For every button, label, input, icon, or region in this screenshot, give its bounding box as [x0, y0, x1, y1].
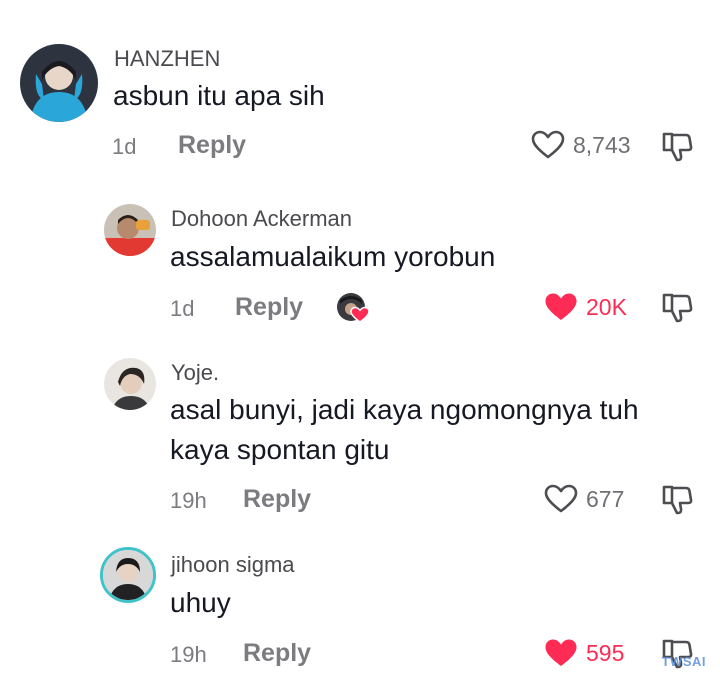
like-count: 677: [586, 485, 625, 512]
username[interactable]: HANZHEN: [114, 46, 220, 72]
like-button[interactable]: 595: [544, 638, 624, 668]
comment-text: asal bunyi, jadi kaya ngomongnya tuh: [170, 394, 639, 425]
heart-outline-icon: [531, 130, 565, 159]
comment-time: 1d: [112, 134, 137, 159]
avatar[interactable]: [20, 44, 98, 122]
reply-button[interactable]: Reply: [243, 639, 311, 668]
like-count: 20K: [586, 293, 627, 320]
like-count: 8,743: [573, 131, 631, 158]
avatar[interactable]: [104, 204, 156, 256]
comment-text: asbun itu apa sih: [113, 80, 325, 111]
thumbs-down-icon: [662, 293, 693, 323]
thumbs-down-icon: [662, 132, 693, 162]
comment-time: 1d: [170, 296, 195, 321]
avatar[interactable]: [100, 547, 156, 603]
creator-liked-badge: [336, 292, 372, 324]
avatar[interactable]: [104, 358, 156, 410]
like-count: 595: [586, 639, 625, 666]
comment-text: assalamualaikum yorobun: [170, 241, 496, 272]
like-button[interactable]: 20K: [544, 292, 627, 322]
username[interactable]: Yoje.: [171, 360, 219, 386]
username[interactable]: jihoon sigma: [171, 552, 295, 578]
comment-text: uhuy: [170, 587, 231, 618]
username[interactable]: Dohoon Ackerman: [171, 206, 352, 232]
reply-button[interactable]: Reply: [178, 131, 246, 160]
like-button[interactable]: 8,743: [531, 130, 631, 160]
heart-filled-icon: [545, 639, 577, 666]
dislike-button[interactable]: [661, 484, 693, 516]
watermark-logo: TWSAI: [661, 654, 706, 669]
comment-text: kaya spontan gitu: [170, 434, 390, 465]
thumbs-down-icon: [662, 485, 693, 515]
comment-time: 19h: [170, 642, 207, 667]
reply-button[interactable]: Reply: [235, 293, 303, 322]
dislike-button[interactable]: [661, 131, 693, 163]
heart-outline-icon: [544, 484, 578, 513]
comment-time: 19h: [170, 488, 207, 513]
heart-filled-icon: [545, 293, 577, 320]
reply-button[interactable]: Reply: [243, 485, 311, 514]
like-button[interactable]: 677: [544, 484, 624, 514]
dislike-button[interactable]: [661, 292, 693, 324]
